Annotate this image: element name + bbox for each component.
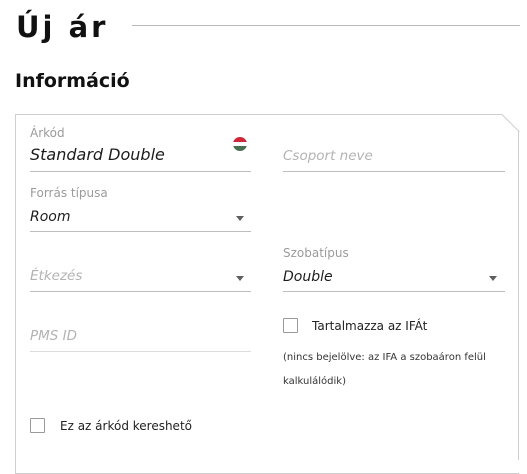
meal-select[interactable]: Étkezés — [30, 266, 251, 292]
source-type-label: Forrás típusa — [30, 186, 108, 200]
meal-underline — [30, 291, 251, 292]
pms-id-input[interactable]: PMS ID — [30, 326, 251, 352]
room-type-underline — [283, 291, 505, 292]
hungary-flag-icon[interactable] — [233, 137, 247, 151]
pms-id-underline — [30, 351, 251, 352]
vat-note: (nincs bejelölve: az IFA a szobaáron fel… — [283, 352, 486, 387]
card-edge — [518, 130, 519, 460]
chevron-down-icon[interactable] — [489, 276, 497, 281]
group-name-input[interactable]: Csoport neve — [283, 146, 505, 172]
title-divider — [132, 25, 520, 26]
room-type-label: Szobatípus — [283, 246, 349, 260]
source-type-select[interactable]: Forrás típusa Room — [30, 186, 251, 232]
meal-placeholder: Étkezés — [30, 268, 83, 284]
card-corner — [502, 114, 520, 132]
source-type-underline — [30, 231, 251, 232]
source-type-value: Room — [30, 209, 71, 225]
searchable-checkbox[interactable] — [30, 418, 45, 433]
chevron-down-icon[interactable] — [236, 276, 244, 281]
rate-code-field[interactable]: Árkód Standard Double — [30, 126, 251, 172]
room-type-select[interactable]: Szobatípus Double — [283, 246, 505, 292]
chevron-down-icon[interactable] — [236, 216, 244, 221]
section-title: Információ — [15, 70, 130, 92]
vat-included-label[interactable]: Tartalmazza az IFÁt — [312, 319, 427, 333]
rate-code-underline — [30, 171, 251, 172]
vat-included-checkbox[interactable] — [283, 318, 298, 333]
group-name-underline — [283, 171, 505, 172]
rate-code-label: Árkód — [30, 126, 65, 140]
rate-code-value[interactable]: Standard Double — [30, 145, 165, 164]
searchable-label[interactable]: Ez az árkód kereshető — [60, 419, 192, 433]
pms-id-placeholder: PMS ID — [30, 328, 78, 344]
room-type-value: Double — [283, 269, 333, 285]
group-name-placeholder: Csoport neve — [283, 148, 373, 164]
page-title: Új ár — [16, 10, 109, 44]
